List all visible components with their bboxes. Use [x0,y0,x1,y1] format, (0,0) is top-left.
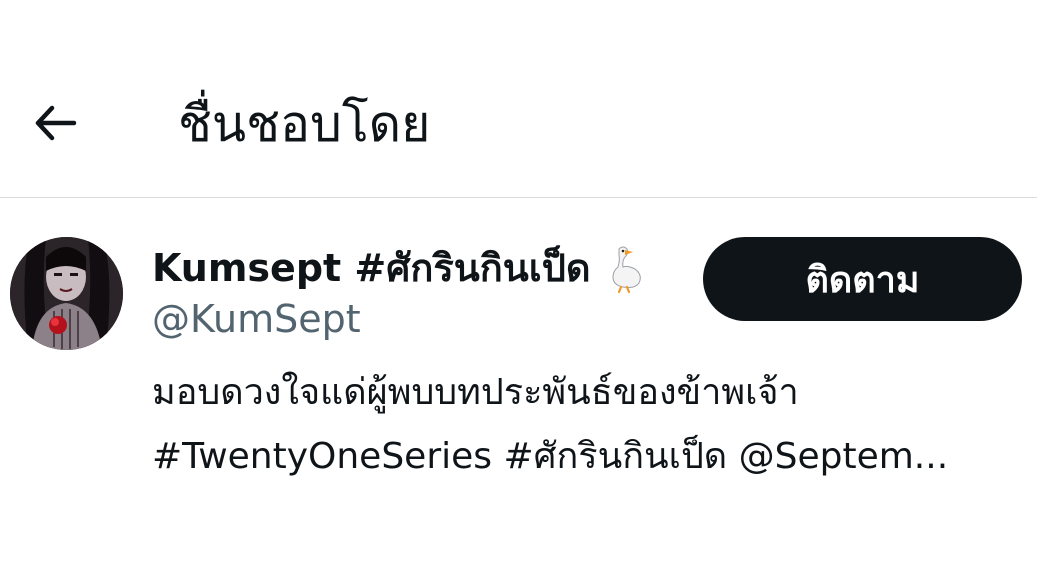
header: ชื่นชอบโดย [0,0,1037,198]
page-title: ชื่นชอบโดย [178,95,431,153]
avatar[interactable] [10,237,123,350]
bio-line-2: #TwentyOneSeries #ศักรินกินเป็ด @Septem.… [152,436,949,477]
user-handle: @KumSept [152,297,361,341]
arrow-left-icon [30,98,80,148]
liked-by-screen: ชื่นชอบโดย Kumsept #ศักรินกินเป็ด @KumSe… [0,0,1037,584]
display-name[interactable]: Kumsept #ศักรินกินเป็ด [152,243,645,293]
bio-line-1: มอบดวงใจแด่ผู้พบบทประพันธ์ของข้าพเจ้า [152,372,799,413]
follow-button[interactable]: ติดตาม [703,237,1022,321]
display-name-text: Kumsept #ศักรินกินเป็ด [152,246,591,290]
user-list-item[interactable]: Kumsept #ศักรินกินเป็ด @KumSept ติดตาม ม… [0,199,1037,499]
back-button[interactable] [22,90,88,156]
goose-icon [605,243,645,293]
user-bio: มอบดวงใจแด่ผู้พบบทประพันธ์ของข้าพเจ้า #T… [152,361,1012,489]
